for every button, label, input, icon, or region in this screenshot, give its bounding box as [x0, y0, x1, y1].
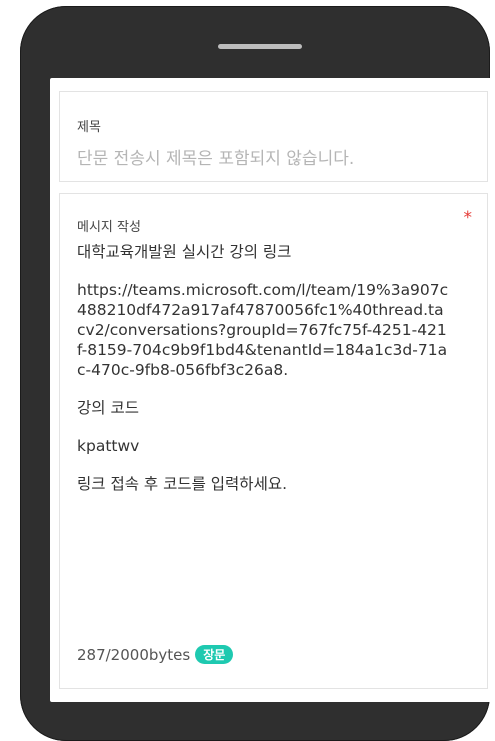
message-type-badge: 장문 — [195, 645, 234, 664]
subject-label: 제목 — [77, 120, 101, 135]
byte-counter: 287/2000bytes 장문 — [77, 645, 234, 664]
subject-field[interactable]: 제목 단문 전송시 제목은 포함되지 않습니다. — [59, 91, 488, 182]
message-field[interactable]: 메시지 작성 * 대학교육개발원 실시간 강의 링크 https://teams… — [59, 193, 488, 689]
message-label: 메시지 작성 — [77, 220, 141, 235]
subject-input[interactable]: 단문 전송시 제목은 포함되지 않습니다. — [77, 144, 354, 169]
message-textarea[interactable]: 대학교육개발원 실시간 강의 링크 https://teams.microsof… — [77, 242, 452, 512]
byte-count-text: 287/2000bytes — [77, 646, 191, 664]
message-line: 링크 접속 후 코드를 입력하세요. — [77, 475, 288, 493]
message-line: https://teams.microsoft.com/l/team/19%3a… — [77, 281, 449, 379]
required-asterisk: * — [463, 208, 473, 228]
message-line: kpattwv — [77, 437, 140, 455]
message-line: 강의 코드 — [77, 399, 139, 417]
message-line: 대학교육개발원 실시간 강의 링크 — [77, 243, 292, 261]
phone-frame: 제목 단문 전송시 제목은 포함되지 않습니다. 메시지 작성 * 대학교육개발… — [20, 6, 495, 741]
phone-screen: 제목 단문 전송시 제목은 포함되지 않습니다. 메시지 작성 * 대학교육개발… — [50, 78, 495, 702]
phone-speaker — [218, 44, 302, 49]
